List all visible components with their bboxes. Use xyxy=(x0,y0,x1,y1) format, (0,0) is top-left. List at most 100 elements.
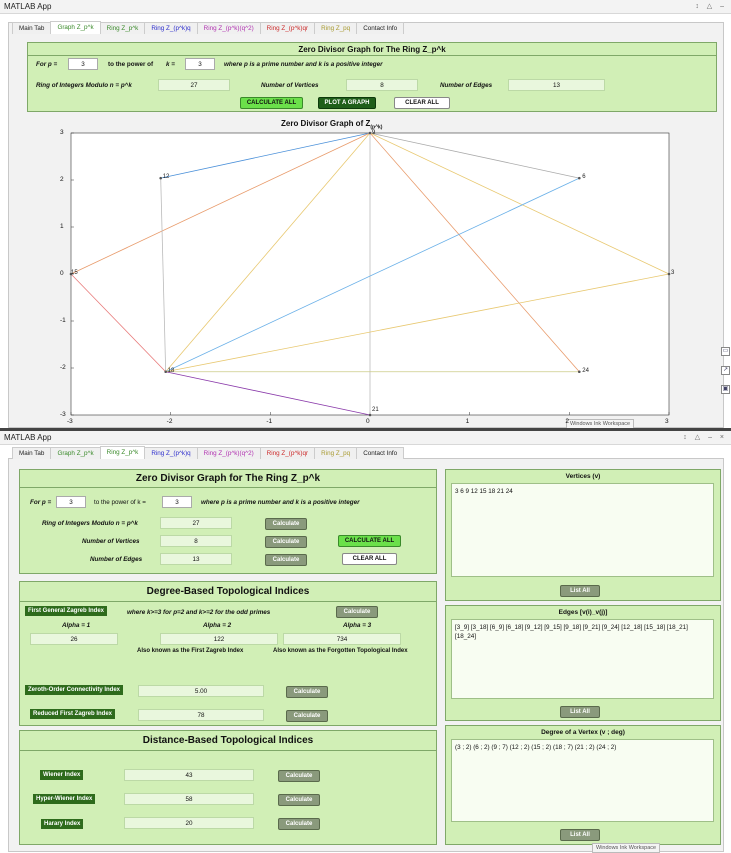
graph-node-12 xyxy=(159,176,162,180)
bottom-control-panel: Zero Divisor Graph for The Ring Z_p^k Fo… xyxy=(19,469,437,574)
bottom-power-label: to the power of k = xyxy=(94,499,146,506)
zagreb-hint: where k>=3 for p=2 and k>=2 for the odd … xyxy=(127,609,271,616)
zeroth-order-value: 5.00 xyxy=(138,685,264,697)
bottom-for-p-label: For p = xyxy=(30,499,52,506)
bottom-vertices-label: Number of Vertices xyxy=(82,538,140,545)
tab-ring-z-p-k-qr[interactable]: Ring Z_(p^k)qr xyxy=(259,22,316,34)
bottom-k-input[interactable]: 3 xyxy=(162,496,192,508)
tab-ring-z-p-k-q[interactable]: Ring Z_(p^k)q xyxy=(144,447,198,459)
edges-calculate-button[interactable]: Calculate xyxy=(265,554,307,566)
top-p-input[interactable]: 3 xyxy=(68,58,98,70)
tab-main-tab[interactable]: Main Tab xyxy=(12,447,52,459)
wiener-calculate-button[interactable]: Calculate xyxy=(278,770,320,782)
graph-node-3 xyxy=(667,272,671,276)
bottom-window-controls[interactable]: ↕ △ – × xyxy=(683,433,727,441)
bottom-calculate-all-button[interactable]: CALCULATE ALL xyxy=(338,535,401,547)
tab-ring-z-p-k-q-2[interactable]: Ring Z_(p^k)(q^2) xyxy=(196,447,261,459)
top-for-p-label: For p = xyxy=(36,61,58,68)
tab-contact-info[interactable]: Contact Info xyxy=(356,22,405,34)
graph-node-6 xyxy=(578,176,581,180)
zeroth-order-calculate-button[interactable]: Calculate xyxy=(286,686,328,698)
node-label-21: 21 xyxy=(372,407,379,413)
alpha2-note: Also known as the First Zagreb Index xyxy=(137,648,244,654)
zero-divisor-graph-plot xyxy=(69,131,671,417)
harary-calculate-button[interactable]: Calculate xyxy=(278,818,320,830)
y-tick-label: 2 xyxy=(60,176,64,183)
bottom-edges-label: Number of Edges xyxy=(90,556,143,563)
top-window-controls[interactable]: ↕ △ – xyxy=(695,2,727,10)
save-icon[interactable]: ▭ xyxy=(721,347,730,356)
bottom-title-bar: MATLAB App ↕ △ – × xyxy=(0,431,731,445)
y-tick-label: 3 xyxy=(60,129,64,136)
degree-list-all-button[interactable]: List All xyxy=(560,829,600,841)
bottom-tab-strip: Main Tab Graph Z_p^k Ring Z_p^k Ring Z_(p^k… xyxy=(12,446,405,459)
vertices-panel: Vertices (v) 3 6 9 12 15 18 21 24 List A… xyxy=(445,469,721,601)
alpha1-label: Alpha = 1 xyxy=(62,622,91,629)
bottom-clear-all-button[interactable]: CLEAR ALL xyxy=(342,553,397,565)
tab-ring-z-p-k[interactable]: Ring Z_p^k xyxy=(99,446,146,459)
tab-ring-z-p-k[interactable]: Ring Z_p^k xyxy=(99,22,146,34)
top-plot-graph-button[interactable]: PLOT A GRAPH xyxy=(318,97,376,109)
ring-calculate-button[interactable]: Calculate xyxy=(265,518,307,530)
vertices-calculate-button[interactable]: Calculate xyxy=(265,536,307,548)
wiener-value: 43 xyxy=(124,769,254,781)
top-vertices-label: Number of Vertices xyxy=(261,82,319,89)
top-k-input[interactable]: 3 xyxy=(185,58,215,70)
top-vertices-value: 8 xyxy=(346,79,418,91)
tab-ring-z-pq[interactable]: Ring Z_pq xyxy=(314,447,358,459)
bottom-p-input[interactable]: 3 xyxy=(56,496,86,508)
tab-contact-info[interactable]: Contact Info xyxy=(356,447,405,459)
edges-list-box[interactable]: [3_9] [3_18] [6_9] [6_18] [9_12] [9_15] … xyxy=(451,619,714,699)
edges-list-all-button[interactable]: List All xyxy=(560,706,600,718)
zoom-icon[interactable]: ↗ xyxy=(721,366,730,375)
tab-main-tab[interactable]: Main Tab xyxy=(12,22,52,34)
hyper-wiener-label: Hyper-Wiener Index xyxy=(33,794,96,804)
top-clear-all-button[interactable]: CLEAR ALL xyxy=(394,97,450,109)
top-control-panel: Zero Divisor Graph for The Ring Z_p^k Fo… xyxy=(27,42,717,112)
x-tick-label: -1 xyxy=(266,418,273,425)
y-tick-label: 1 xyxy=(60,223,64,230)
graph-node-18 xyxy=(164,370,167,374)
wiener-label: Wiener Index xyxy=(40,770,84,780)
degree-based-panel: Degree-Based Topological Indices First G… xyxy=(19,581,437,726)
node-label-6: 6 xyxy=(582,174,586,181)
bottom-app-title: MATLAB App xyxy=(4,433,52,442)
edges-panel: Edges [v(i)_v(j)] [3_9] [3_18] [6_9] [6_… xyxy=(445,605,721,721)
first-general-zagreb-label: First General Zagreb Index xyxy=(25,606,108,616)
node-label-24: 24 xyxy=(582,367,589,374)
reduced-zagreb-calculate-button[interactable]: Calculate xyxy=(286,710,328,722)
degree-based-title: Degree-Based Topological Indices xyxy=(146,586,310,597)
x-tick-label: 0 xyxy=(366,418,370,425)
tab-graph-z-p-k[interactable]: Graph Z_p^k xyxy=(50,21,101,34)
top-power-label: to the power of xyxy=(108,61,154,68)
graph-node-9 xyxy=(368,131,372,135)
alpha3-note: Also known as the Forgotten Topological … xyxy=(273,648,408,654)
pan-icon[interactable]: ▣ xyxy=(721,385,730,394)
node-label-3: 3 xyxy=(671,270,675,276)
top-app-title: MATLAB App xyxy=(4,2,52,11)
bottom-ring-value: 27 xyxy=(160,517,232,529)
tab-ring-z-p-k-qr[interactable]: Ring Z_(p^k)qr xyxy=(259,447,316,459)
node-label-9: 9 xyxy=(372,130,376,136)
hyper-wiener-calculate-button[interactable]: Calculate xyxy=(278,794,320,806)
tab-ring-z-pq[interactable]: Ring Z_pq xyxy=(314,22,358,34)
vertices-list-all-button[interactable]: List All xyxy=(560,585,600,597)
alpha3-value: 734 xyxy=(283,633,401,645)
distance-based-title: Distance-Based Topological Indices xyxy=(142,735,314,746)
harary-value: 20 xyxy=(124,817,254,829)
tab-ring-z-p-k-q-2[interactable]: Ring Z_(p^k)(q^2) xyxy=(196,22,261,34)
top-calculate-all-button[interactable]: CALCULATE ALL xyxy=(240,97,303,109)
node-label-18: 18 xyxy=(167,367,175,374)
vertices-list-box[interactable]: 3 6 9 12 15 18 21 24 xyxy=(451,483,714,577)
zagreb-calculate-button[interactable]: Calculate xyxy=(336,606,378,618)
top-k-label: k = xyxy=(166,61,175,68)
bottom-vertices-value: 8 xyxy=(160,535,232,547)
tab-ring-z-p-k-q[interactable]: Ring Z_(p^k)q xyxy=(144,22,198,34)
bottom-edges-value: 13 xyxy=(160,553,232,565)
x-tick-label: 2 xyxy=(565,418,569,425)
tab-graph-z-p-k[interactable]: Graph Z_p^k xyxy=(50,447,101,459)
degree-list-box[interactable]: (3 ; 2) (6 ; 2) (9 ; 7) (12 ; 2) (15 ; 2… xyxy=(451,739,714,822)
top-edges-label: Number of Edges xyxy=(440,82,493,89)
bottom-hint: where p is a prime number and k is a pos… xyxy=(201,499,360,506)
vertices-panel-title: Vertices (v) xyxy=(565,473,601,480)
